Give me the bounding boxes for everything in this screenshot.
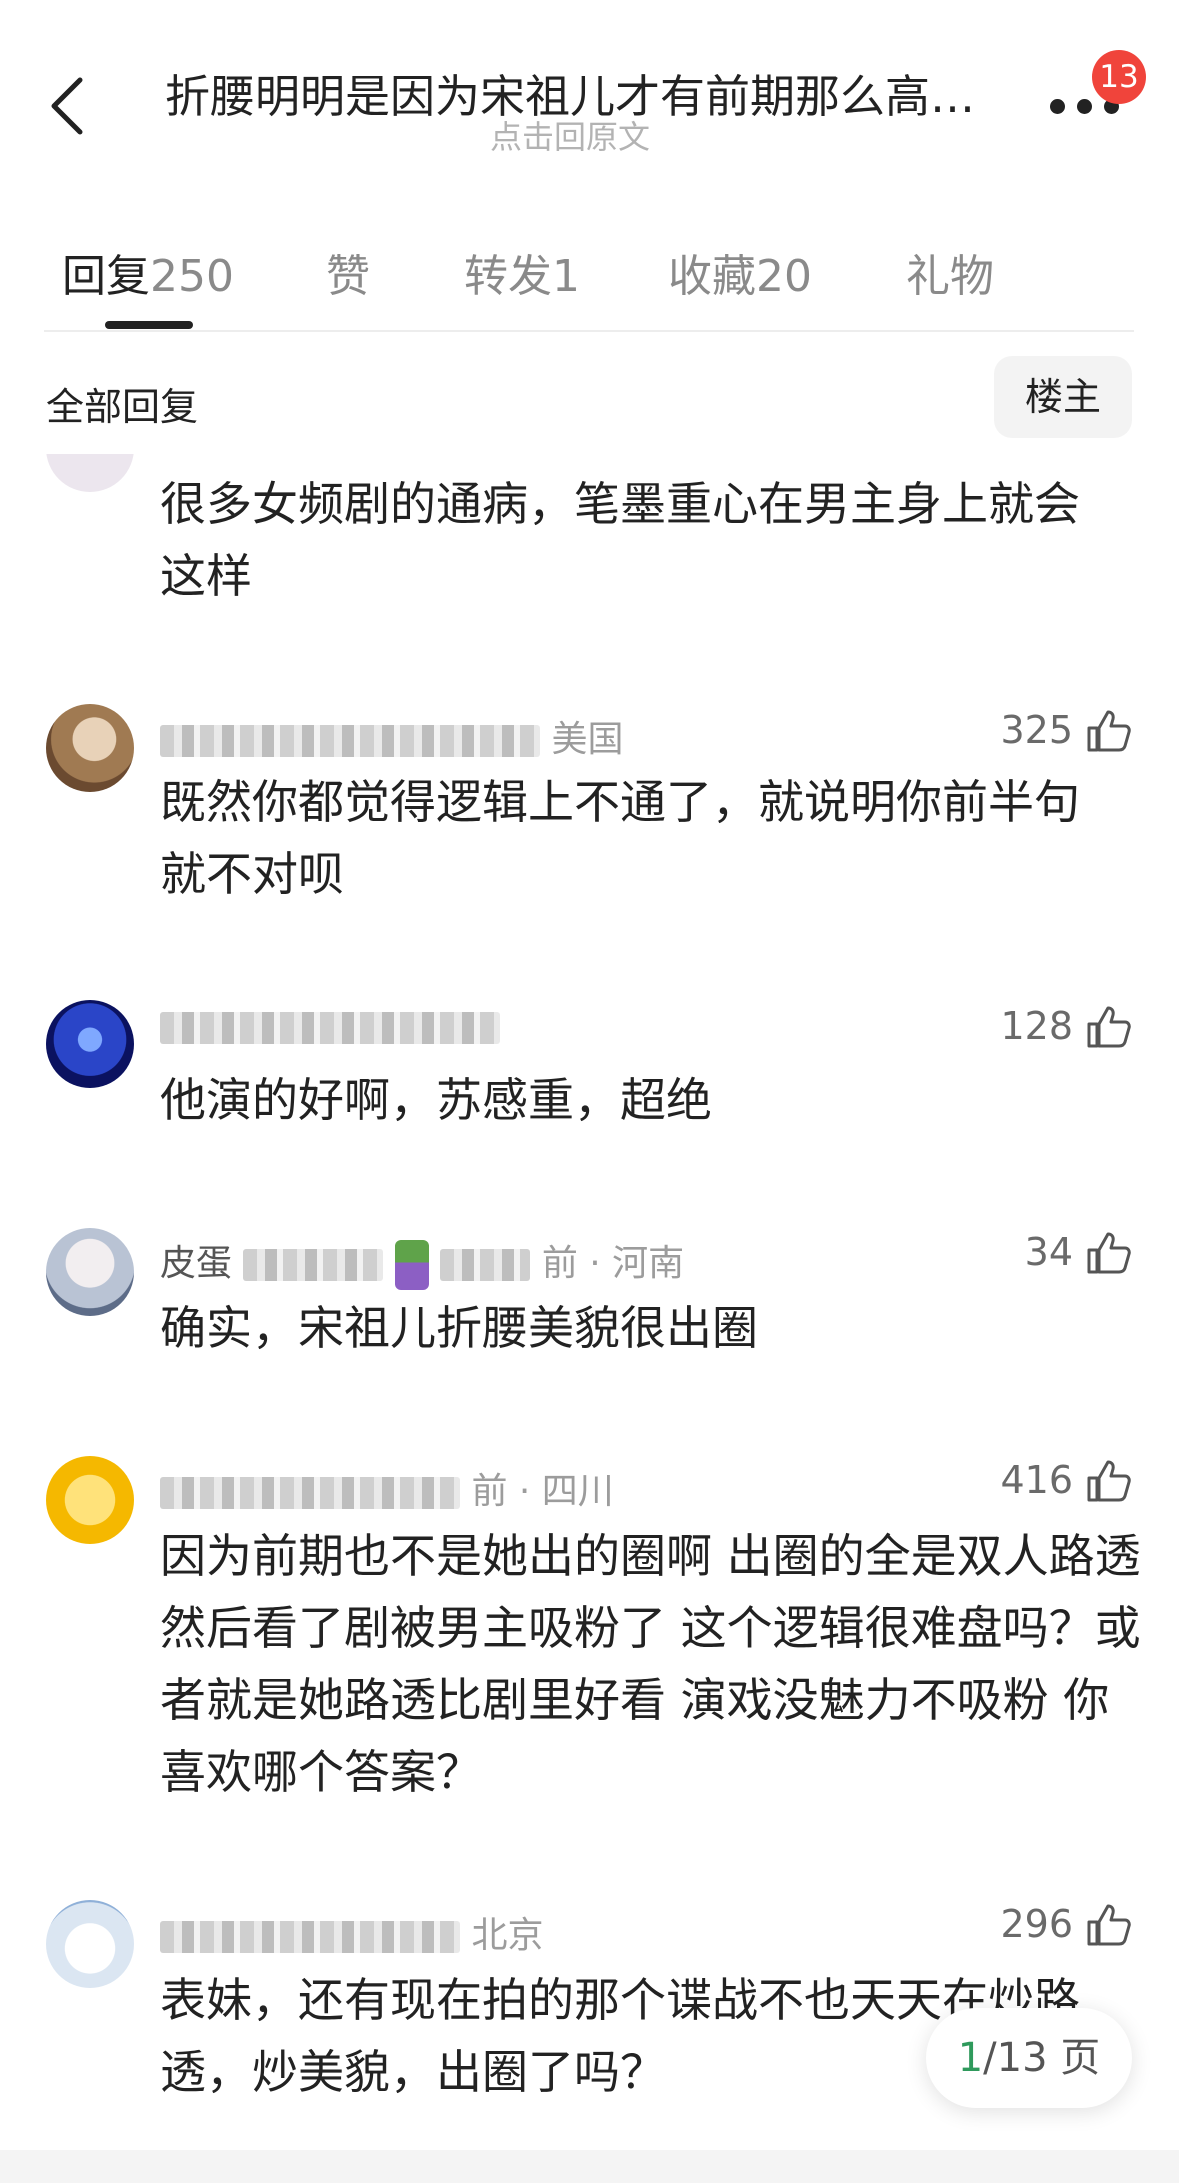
comment-text: 确实，宋祖儿折腰美貌很出圈 [160, 1301, 758, 1355]
thumbs-up-icon [1087, 710, 1131, 752]
comment-meta: 美国 [160, 710, 623, 762]
bottom-bar [0, 2150, 1179, 2183]
active-tab-indicator [105, 321, 193, 329]
avatar[interactable] [46, 1228, 134, 1316]
like-button[interactable]: 296 [1000, 1900, 1133, 1948]
comment-text: 既然你都觉得逻辑上不通了，就说明你前半句就不对呗 [160, 775, 1080, 901]
all-replies-label: 全部回复 [46, 385, 199, 429]
like-button[interactable]: 325 [1000, 706, 1133, 754]
comment-meta: 皮蛋 前 · 河南 [160, 1234, 684, 1290]
comment-text: 很多女频剧的通病，笔墨重心在男主身上就会这样 [160, 477, 1080, 603]
back-arrow-icon[interactable] [48, 76, 84, 136]
page-indicator[interactable]: 1/13 页 [926, 2008, 1132, 2108]
redacted-username [160, 1921, 460, 1953]
avatar[interactable] [46, 1456, 134, 1544]
redacted-username [243, 1249, 384, 1281]
redacted-username [160, 725, 540, 757]
avatar[interactable] [46, 1000, 134, 1088]
redacted-username [160, 1477, 460, 1509]
thumbs-up-icon [1087, 1460, 1131, 1502]
redacted-time [440, 1249, 531, 1281]
tab-reposts[interactable]: 转发1 [464, 240, 580, 304]
comment-meta: 前 · 四川 [160, 1462, 614, 1514]
like-button[interactable]: 416 [1000, 1456, 1133, 1504]
thumbs-up-icon [1087, 1904, 1131, 1946]
comment-meta: 北京 [160, 1906, 543, 1958]
divider [44, 330, 1134, 332]
thumbs-up-icon [1087, 1006, 1131, 1048]
member-badge-icon [394, 1240, 429, 1290]
tab-replies[interactable]: 回复250 [62, 240, 234, 304]
op-only-button[interactable]: 楼主 [994, 356, 1132, 438]
comment-text: 因为前期也不是她出的圈啊 出圈的全是双人路透 然后看了剧被男主吸粉了 这个逻辑很… [160, 1529, 1141, 1799]
comment-text: 他演的好啊，苏感重，超绝 [160, 1073, 712, 1127]
back-to-original-link[interactable]: 点击回原文 [150, 112, 990, 158]
avatar[interactable] [46, 704, 134, 792]
notification-badge: 13 [1092, 50, 1146, 104]
tab-gifts[interactable]: 礼物 [906, 240, 994, 304]
like-button[interactable]: 128 [1000, 1002, 1133, 1050]
thumbs-up-icon [1087, 1232, 1131, 1274]
tab-likes[interactable]: 赞 [326, 240, 370, 304]
redacted-username [160, 1012, 500, 1044]
like-button[interactable]: 34 [1025, 1228, 1133, 1276]
comment-meta [160, 1006, 500, 1047]
tab-favorites[interactable]: 收藏20 [668, 240, 812, 304]
avatar[interactable] [46, 1900, 134, 1988]
